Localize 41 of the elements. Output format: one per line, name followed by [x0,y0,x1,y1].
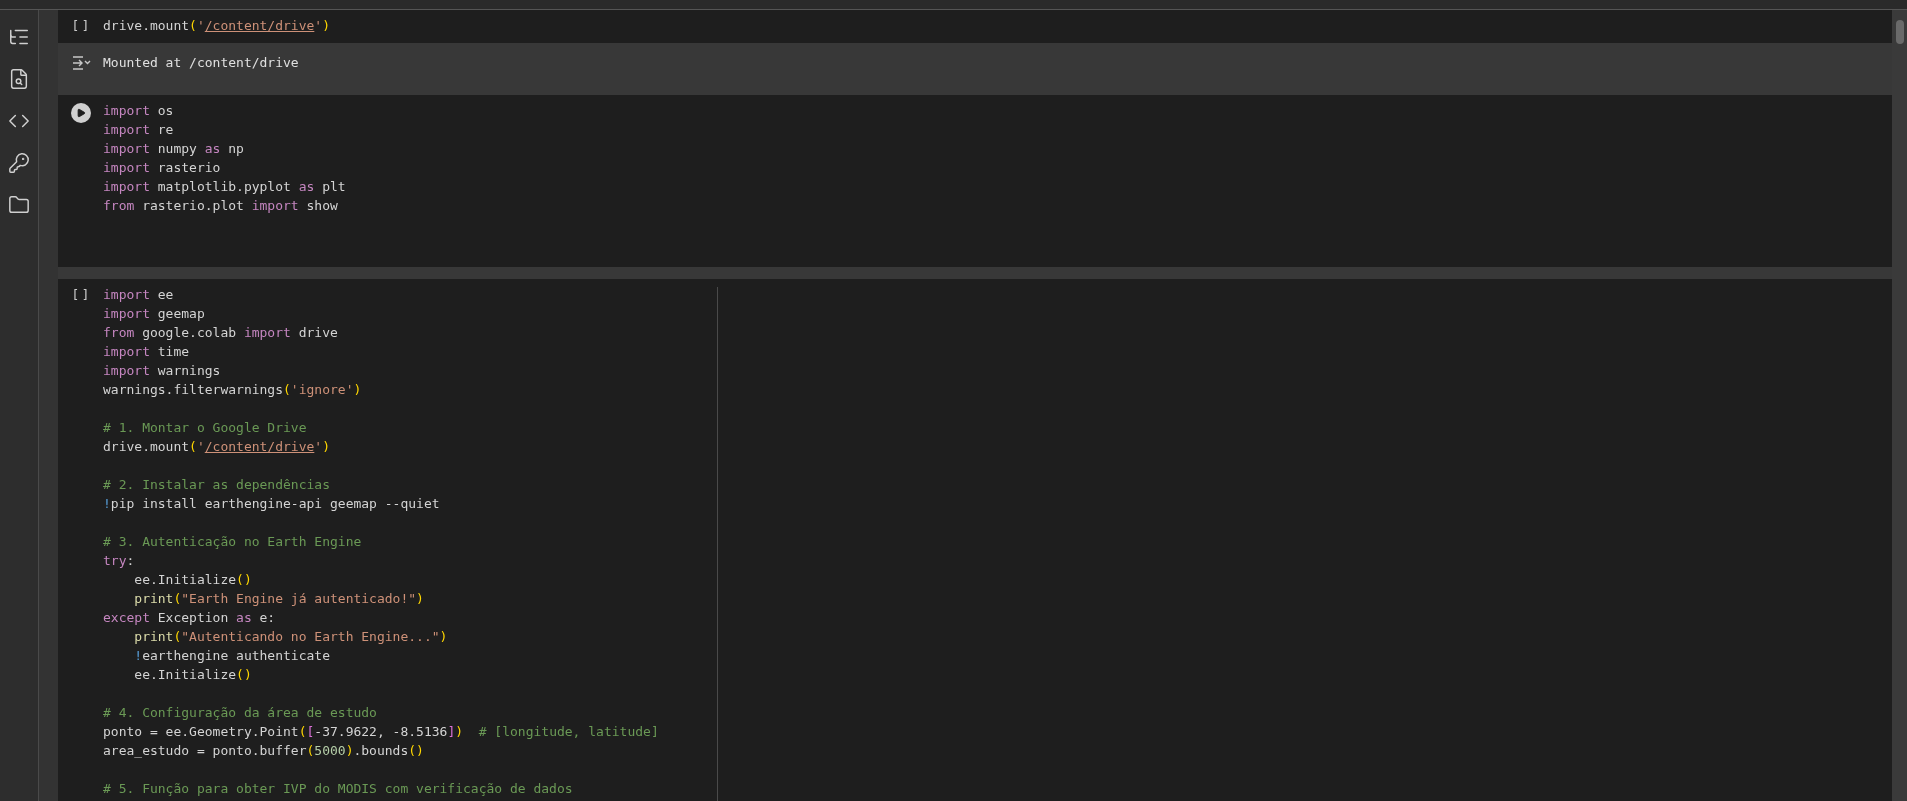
code-line: import numpy as np [103,140,244,158]
key-icon[interactable] [8,152,30,174]
code-line: !earthengine authenticate [133,647,330,665]
run-button[interactable] [70,103,91,123]
code-line: import os [103,102,174,120]
output-toggle-icon[interactable] [70,55,91,71]
code-line: import time [103,343,190,361]
code-line: # 3. Autenticação no Earth Engine [103,533,362,551]
code-line: # 5. Função para obter IVP do MODIS com verificação de dados [103,780,573,798]
code-line: try: [103,552,135,570]
code-line: # 1. Montar o Google Drive [103,419,307,437]
play-icon [75,108,86,118]
code-line: drive.mount('/content/drive') [103,17,330,35]
folder-icon[interactable] [8,194,30,216]
code-cell[interactable]: import os import re import numpy as np import rasterio import matplotlib.pyplot as plt from rasterio.plot import show [58,95,1892,267]
code-line: except Exception as e: [103,609,276,627]
code-line: from rasterio.plot import show [103,197,338,215]
code-cell[interactable]: [ ] drive.mount('/content/drive') [58,10,1892,43]
code-line: import warnings [103,362,221,380]
code-line: warnings.filterwarnings('ignore') [103,381,362,399]
code-line: !pip install earthengine-api geemap --quiet [103,495,440,513]
code-line: drive.mount('/content/drive') [103,438,330,456]
execution-count: [ ] [73,17,88,35]
search-icon[interactable] [8,68,30,90]
code-cell[interactable] [58,279,1892,801]
code-line: ponto = ee.Geometry.Point([-37.9622, -8.5136]) # [longitude, latitude] [103,723,659,741]
code-line: import matplotlib.pyplot as plt [103,178,346,196]
code-line: # 2. Instalar as dependências [103,476,330,494]
code-line: area_estudo = ponto.buffer(5000).bounds() [103,742,424,760]
code-line: from google.colab import drive [103,324,338,342]
code-line: import rasterio [103,159,221,177]
execution-count: [ ] [73,286,88,304]
code-line: import re [103,121,174,139]
code-line: print("Autenticando no Earth Engine...") [133,628,448,646]
code-line: import ee [103,286,174,304]
code-line: # 4. Configuração da área de estudo [103,704,377,722]
code-line: ee.Initialize() [133,666,252,684]
code-line: ee.Initialize() [133,571,252,589]
output-text: Mounted at /content/drive [103,54,299,73]
code-line: print("Earth Engine já autenticado!") [133,590,424,608]
code-line: import geemap [103,305,205,323]
